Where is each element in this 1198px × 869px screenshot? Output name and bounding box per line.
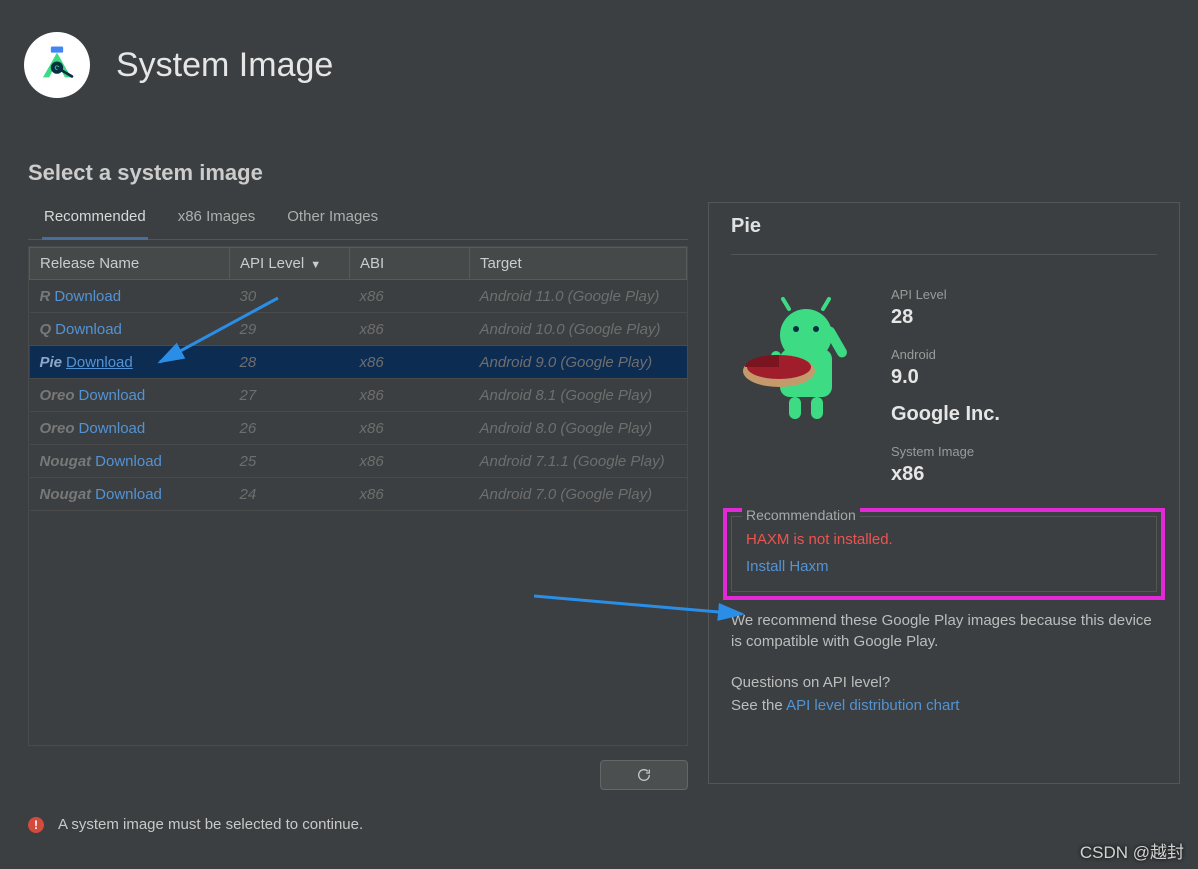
table-row-selected[interactable]: PieDownload 28x86Android 9.0 (Google Pla… xyxy=(30,346,687,379)
see-the-text: See the xyxy=(731,697,786,714)
recommendation-note: We recommend these Google Play images be… xyxy=(731,610,1157,652)
header: System Image xyxy=(0,0,1198,130)
table-row[interactable]: NougatDownload 25x86Android 7.1.1 (Googl… xyxy=(30,445,687,478)
col-release-name[interactable]: Release Name xyxy=(30,248,230,280)
system-image-label: System Image xyxy=(891,444,1000,459)
refresh-icon xyxy=(636,767,652,783)
table-row[interactable]: OreoDownload 26x86Android 8.0 (Google Pl… xyxy=(30,412,687,445)
error-icon: ! xyxy=(28,817,44,833)
sort-desc-icon: ▼ xyxy=(310,259,321,271)
footer-error-text: A system image must be selected to conti… xyxy=(58,816,363,833)
footer-error-row: ! A system image must be selected to con… xyxy=(28,816,1198,833)
api-question: Questions on API level? xyxy=(731,674,1157,691)
vendor-value: Google Inc. xyxy=(891,403,1000,426)
table-row[interactable]: QDownload 29x86Android 10.0 (Google Play… xyxy=(30,313,687,346)
download-link[interactable]: Download xyxy=(66,354,133,371)
download-link[interactable]: Download xyxy=(79,387,146,404)
table-row[interactable]: OreoDownload 27x86Android 8.1 (Google Pl… xyxy=(30,379,687,412)
download-link[interactable]: Download xyxy=(54,288,121,305)
detail-pane: Pie A xyxy=(708,202,1180,784)
table-row[interactable]: NougatDownload 24x86Android 7.0 (Google … xyxy=(30,478,687,511)
api-level-value: 28 xyxy=(891,306,1000,329)
install-haxm-link[interactable]: Install Haxm xyxy=(746,558,1144,575)
download-link[interactable]: Download xyxy=(55,321,122,338)
refresh-button[interactable] xyxy=(600,760,688,790)
recommendation-legend: Recommendation xyxy=(742,507,860,523)
col-api-level[interactable]: API Level▼ xyxy=(230,248,350,280)
system-image-value: x86 xyxy=(891,463,1000,486)
recommendation-box: Recommendation HAXM is not installed. In… xyxy=(731,516,1157,592)
android-label: Android xyxy=(891,347,1000,362)
detail-meta: API Level 28 Android 9.0 Google Inc. Sys… xyxy=(891,283,1000,496)
tab-recommended[interactable]: Recommended xyxy=(42,202,148,240)
table-row[interactable]: RDownload 30x86Android 11.0 (Google Play… xyxy=(30,280,687,313)
api-level-label: API Level xyxy=(891,287,1000,302)
haxm-warning: HAXM is not installed. xyxy=(746,531,1144,548)
tab-x86-images[interactable]: x86 Images xyxy=(176,202,258,239)
android-studio-logo xyxy=(24,32,90,98)
section-subtitle: Select a system image xyxy=(28,160,1198,186)
api-distribution-link[interactable]: API level distribution chart xyxy=(786,697,959,714)
download-link[interactable]: Download xyxy=(95,486,162,503)
col-target[interactable]: Target xyxy=(470,248,687,280)
watermark: CSDN @越封 xyxy=(1080,838,1184,863)
system-image-table: Release Name API Level▼ ABI Target RDown… xyxy=(28,246,688,746)
download-link[interactable]: Download xyxy=(95,453,162,470)
tab-other-images[interactable]: Other Images xyxy=(285,202,380,239)
detail-title: Pie xyxy=(731,215,1157,255)
tabs: Recommended x86 Images Other Images xyxy=(28,202,688,240)
android-pie-illustration xyxy=(731,289,871,429)
download-link[interactable]: Download xyxy=(79,420,146,437)
page-title: System Image xyxy=(116,46,333,85)
col-abi[interactable]: ABI xyxy=(350,248,470,280)
left-pane: Recommended x86 Images Other Images Rele… xyxy=(28,202,688,790)
android-version-value: 9.0 xyxy=(891,366,1000,389)
